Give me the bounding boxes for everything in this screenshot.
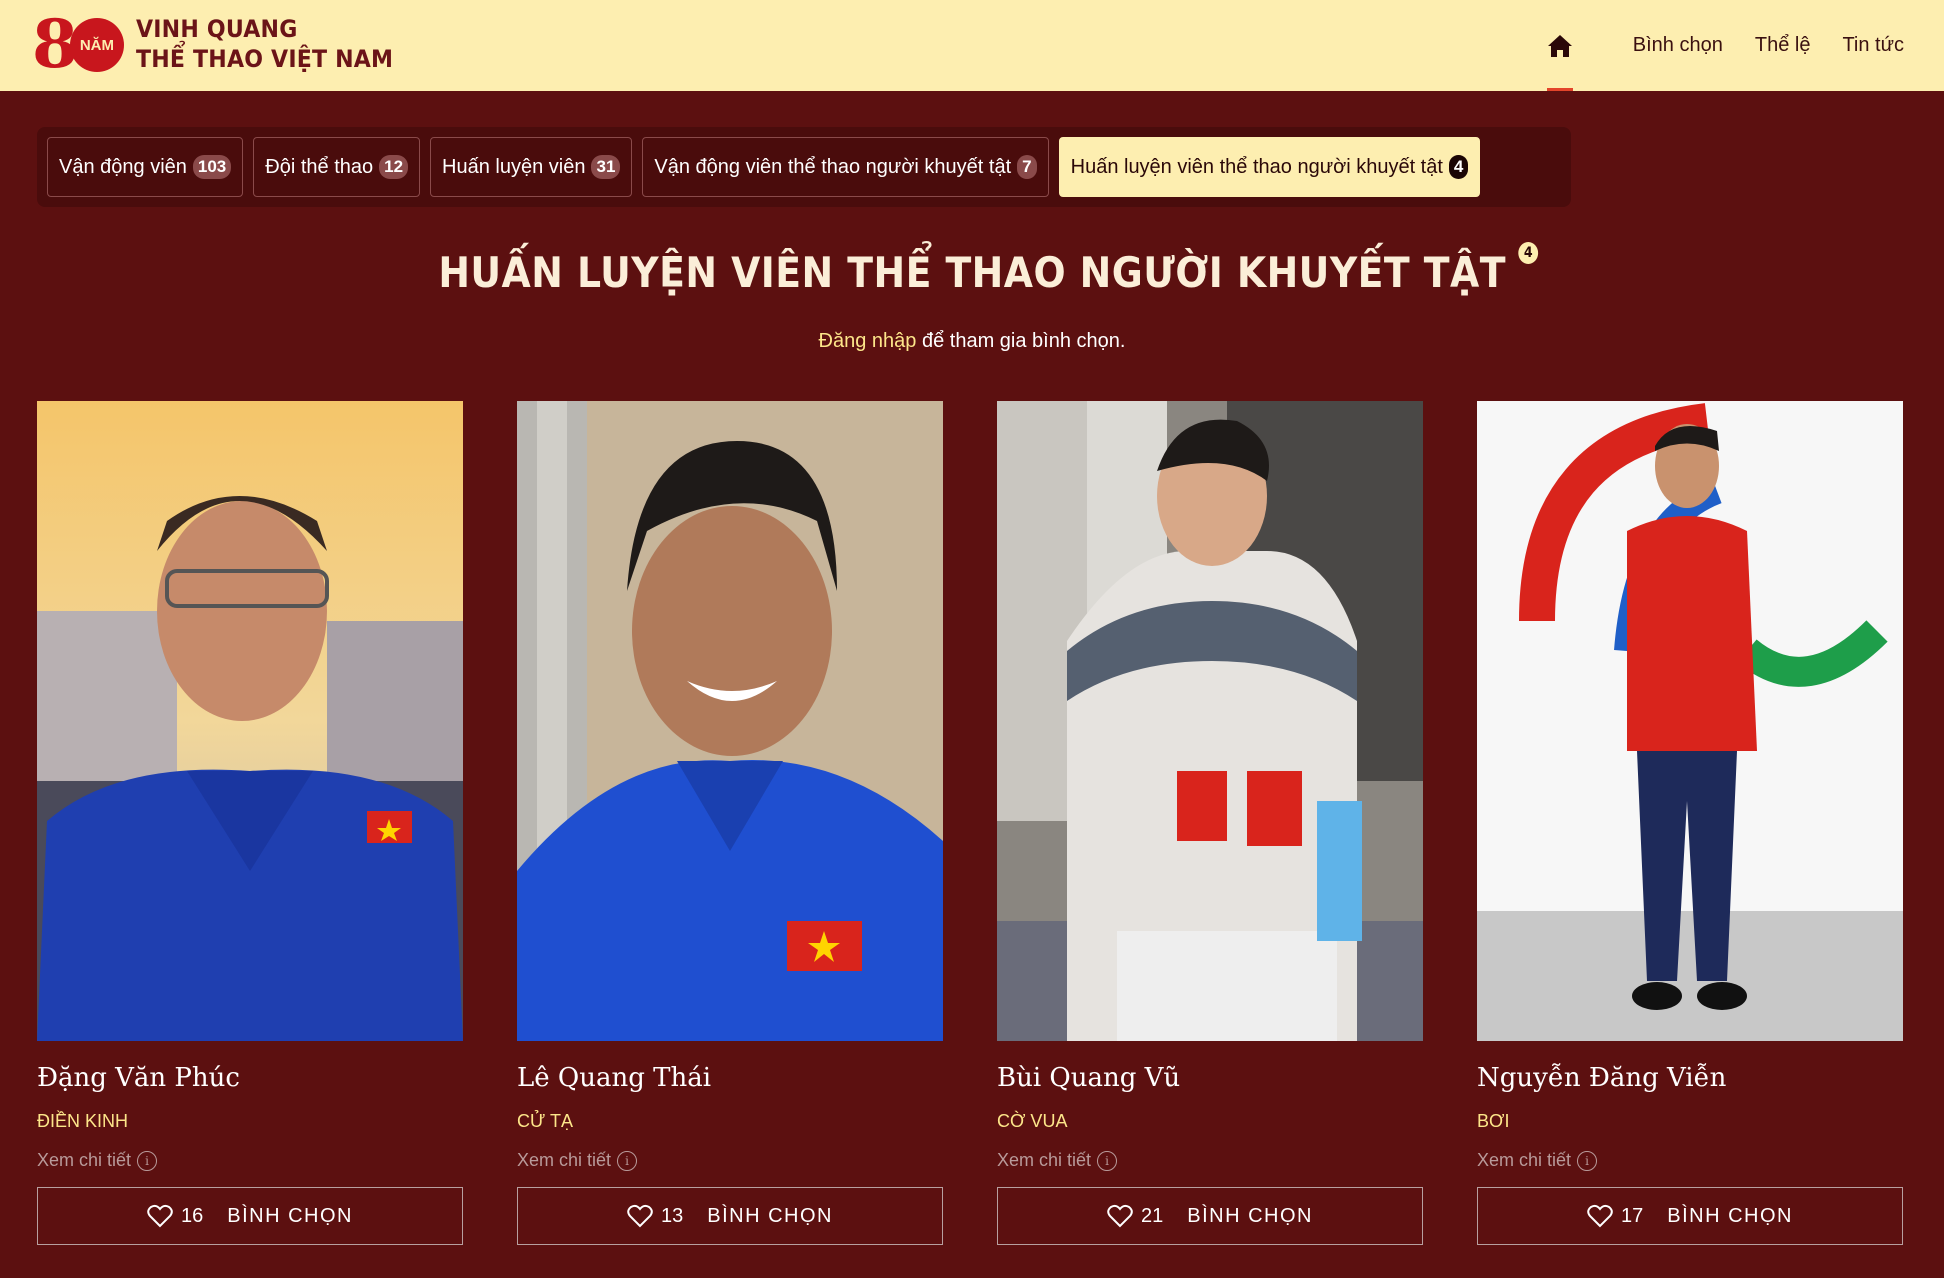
category-tabs: Vận động viên 103 Đội thể thao 12 Huấn l… [37, 127, 1571, 207]
candidate-card: Nguyễn Đăng Viễn BƠI Xem chi tiết i 17 B… [1477, 401, 1903, 1245]
vote-count: 13 [661, 1204, 684, 1227]
candidate-sport: ĐIỀN KINH [37, 1111, 129, 1131]
vote-count: 21 [1141, 1204, 1164, 1227]
candidate-name[interactable]: Đặng Văn Phúc [37, 1063, 463, 1093]
tab-label: Đội thể thao [265, 155, 374, 178]
vote-label: BÌNH CHỌN [707, 1204, 833, 1227]
logo-line-1: VINH QUANG [135, 15, 298, 43]
vote-button[interactable]: 16 BÌNH CHỌN [37, 1187, 463, 1245]
logo-line-2: THỂ THAO VIỆT NAM [135, 45, 394, 73]
nav-binh-chon[interactable]: Bình chọn [1633, 34, 1723, 57]
candidate-name[interactable]: Nguyễn Đăng Viễn [1477, 1063, 1903, 1093]
home-icon [1547, 34, 1572, 57]
vote-button[interactable]: 21 BÌNH CHỌN [997, 1187, 1423, 1245]
info-icon: i [137, 1150, 158, 1171]
vote-button[interactable]: 13 BÌNH CHỌN [517, 1187, 943, 1245]
info-icon: i [1577, 1150, 1598, 1171]
vote-count: 16 [181, 1204, 204, 1227]
tab-count: 4 [1448, 155, 1469, 179]
view-detail-link[interactable]: Xem chi tiết i [997, 1150, 1423, 1171]
view-detail-text: Xem chi tiết [517, 1150, 612, 1170]
info-icon: i [1097, 1150, 1118, 1171]
login-prompt: Đăng nhập để tham gia bình chọn. [0, 330, 1944, 353]
heart-icon [627, 1204, 653, 1228]
nav-the-le[interactable]: Thể lệ [1755, 34, 1811, 57]
section-title-text: HUẤN LUYỆN VIÊN THỂ THAO NGƯỜI KHUYẾT TẬ… [438, 248, 1506, 297]
section-count-badge: 4 [1518, 242, 1539, 264]
tab-count: 103 [192, 155, 232, 179]
tab-huan-luyen-vien[interactable]: Huấn luyện viên 31 [430, 137, 633, 197]
view-detail-text: Xem chi tiết [1477, 1150, 1572, 1170]
candidate-card: Bùi Quang Vũ CỜ VUA Xem chi tiết i 21 BÌ… [997, 401, 1423, 1245]
login-link[interactable]: Đăng nhập [819, 330, 917, 352]
view-detail-link[interactable]: Xem chi tiết i [37, 1150, 463, 1171]
vote-label: BÌNH CHỌN [227, 1204, 353, 1227]
tab-doi-the-thao[interactable]: Đội thể thao 12 [253, 137, 421, 197]
tab-label: Vận động viên thể thao người khuyết tật [654, 155, 1012, 178]
heart-icon [1587, 1204, 1613, 1228]
candidate-sport: CỜ VUA [997, 1111, 1068, 1131]
candidate-sport: BƠI [1477, 1111, 1510, 1131]
view-detail-text: Xem chi tiết [997, 1150, 1092, 1170]
vote-label: BÌNH CHỌN [1667, 1204, 1793, 1227]
tab-hlv-nguoi-khuyet-tat[interactable]: Huấn luyện viên thể thao người khuyết tậ… [1058, 137, 1481, 197]
tab-label: Huấn luyện viên thể thao người khuyết tậ… [1070, 155, 1443, 178]
candidate-sport: CỬ TẠ [517, 1111, 574, 1131]
main-nav: Bình chọn Thể lệ Tin tức [1537, 0, 1904, 91]
candidate-name[interactable]: Lê Quang Thái [517, 1063, 943, 1093]
candidate-photo[interactable] [997, 401, 1423, 1041]
tab-vdv-nguoi-khuyet-tat[interactable]: Vận động viên thể thao người khuyết tật … [642, 137, 1049, 197]
logo-text: VINH QUANG THỂ THAO VIỆT NAM [136, 14, 393, 74]
candidate-photo[interactable] [1477, 401, 1903, 1041]
site-logo[interactable]: 8 NĂM VINH QUANG THỂ THAO VIỆT NAM [32, 11, 416, 77]
tab-count: 12 [379, 155, 409, 179]
nav-tin-tuc[interactable]: Tin tức [1842, 34, 1904, 57]
logo-badge: NĂM [69, 18, 124, 72]
info-icon: i [617, 1150, 638, 1171]
candidate-card: Lê Quang Thái CỬ TẠ Xem chi tiết i 13 BÌ… [517, 401, 943, 1245]
tab-count: 31 [591, 155, 621, 179]
heart-icon [1107, 1204, 1133, 1228]
site-header: 8 NĂM VINH QUANG THỂ THAO VIỆT NAM Bình … [0, 0, 1944, 91]
view-detail-text: Xem chi tiết [37, 1150, 132, 1170]
tab-count: 7 [1017, 155, 1037, 179]
candidate-photo[interactable] [517, 401, 943, 1041]
tab-label: Vận động viên [59, 155, 187, 178]
candidate-card: Đặng Văn Phúc ĐIỀN KINH Xem chi tiết i 1… [37, 401, 463, 1245]
vote-label: BÌNH CHỌN [1187, 1204, 1313, 1227]
login-prompt-text: để tham gia bình chọn. [916, 330, 1126, 352]
candidate-photo[interactable] [37, 401, 463, 1041]
nav-home[interactable] [1537, 0, 1583, 91]
vote-button[interactable]: 17 BÌNH CHỌN [1477, 1187, 1903, 1245]
section-title: HUẤN LUYỆN VIÊN THỂ THAO NGƯỜI KHUYẾT TẬ… [438, 242, 1539, 297]
view-detail-link[interactable]: Xem chi tiết i [517, 1150, 943, 1171]
tab-van-dong-vien[interactable]: Vận động viên 103 [47, 137, 244, 197]
tab-label: Huấn luyện viên [442, 155, 586, 178]
candidate-name[interactable]: Bùi Quang Vũ [997, 1063, 1423, 1093]
heart-icon [147, 1204, 173, 1228]
section-header: HUẤN LUYỆN VIÊN THỂ THAO NGƯỜI KHUYẾT TẬ… [0, 242, 1944, 297]
view-detail-link[interactable]: Xem chi tiết i [1477, 1150, 1903, 1171]
vote-count: 17 [1621, 1204, 1644, 1227]
